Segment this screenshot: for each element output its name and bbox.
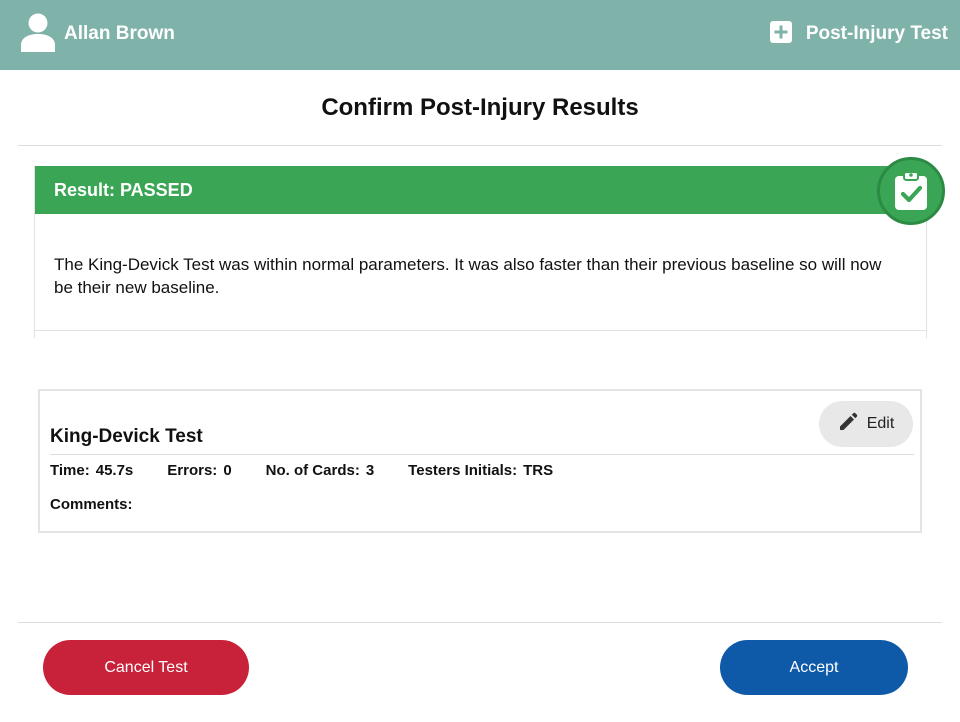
time-label: Time: [50, 462, 90, 479]
user-icon [20, 12, 56, 57]
time-stat: Time: 45.7s [50, 462, 133, 479]
errors-label: Errors: [167, 462, 218, 479]
errors-stat: Errors: 0 [167, 462, 231, 479]
accept-button[interactable]: Accept [720, 640, 908, 695]
edit-button[interactable]: Edit [819, 401, 913, 447]
errors-value: 0 [223, 462, 232, 479]
comments-label: Comments: [50, 496, 133, 513]
initials-value: TRS [523, 462, 554, 479]
cancel-test-button[interactable]: Cancel Test [43, 640, 249, 695]
test-mode: Post-Injury Test [769, 14, 948, 54]
page-title: Confirm Post-Injury Results [321, 94, 639, 121]
edit-label: Edit [866, 415, 895, 432]
time-value: 45.7s [95, 462, 134, 479]
result-card: Result: PASSED The King-Devick Test was … [34, 166, 927, 338]
test-title: King-Devick Test [50, 426, 203, 447]
cards-label: No. of Cards: [265, 462, 360, 479]
test-mode-label: Post-Injury Test [805, 23, 948, 44]
user-name: Allan Brown [64, 23, 175, 44]
divider [35, 330, 926, 331]
initials-label: Testers Initials: [408, 462, 518, 479]
test-result-card: King-Devick Test Edit Time: 45.7s Errors:… [38, 389, 922, 533]
clipboard-check-icon [877, 157, 945, 225]
top-bar: Allan Brown Post-Injury Test [0, 0, 960, 70]
result-message: The King-Devick Test was within normal p… [54, 255, 882, 297]
test-stats: Time: 45.7s Errors: 0 No. of Cards: 3 Teste… [50, 462, 587, 479]
cards-value: 3 [365, 462, 375, 479]
result-banner: Result: PASSED [35, 166, 926, 214]
user-profile[interactable]: Allan Brown [20, 12, 175, 57]
initials-stat: Testers Initials: TRS [408, 462, 553, 479]
plus-square-icon [769, 20, 792, 48]
result-status: Result: PASSED [54, 180, 193, 200]
divider [18, 622, 942, 623]
divider [50, 454, 914, 455]
pencil-icon [838, 412, 858, 437]
cards-stat: No. of Cards: 3 [266, 462, 375, 479]
divider [18, 145, 942, 146]
